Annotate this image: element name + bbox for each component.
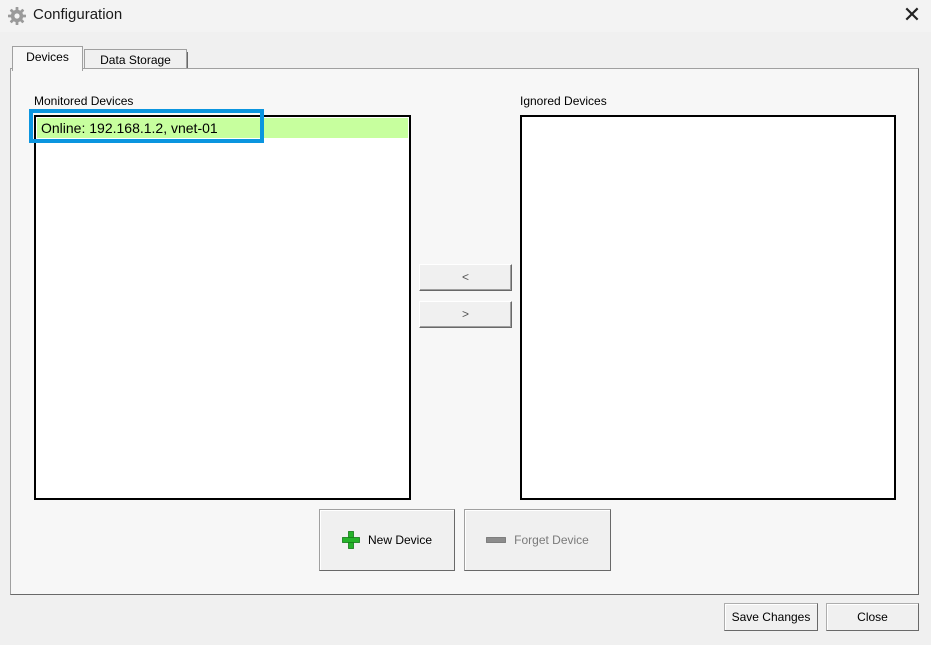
- tab-devices[interactable]: Devices: [12, 46, 83, 71]
- move-to-monitored-button[interactable]: <: [419, 264, 512, 291]
- minus-icon: [486, 537, 507, 543]
- gear-icon: [8, 7, 26, 25]
- new-device-button[interactable]: New Device: [319, 509, 455, 571]
- new-device-label: New Device: [367, 533, 433, 547]
- ignored-devices-label: Ignored Devices: [520, 94, 607, 108]
- monitored-devices-label: Monitored Devices: [34, 94, 134, 108]
- move-to-ignored-button[interactable]: >: [419, 301, 512, 328]
- close-button[interactable]: Close: [826, 603, 919, 631]
- window-title: Configuration: [33, 6, 123, 23]
- forget-device-label: Forget Device: [514, 533, 589, 547]
- save-changes-button[interactable]: Save Changes: [724, 603, 818, 631]
- list-item[interactable]: Online: 192.168.1.2, vnet-01: [37, 118, 408, 138]
- title-bar: Configuration ✕: [0, 0, 931, 32]
- close-icon[interactable]: ✕: [899, 2, 925, 28]
- tab-label: Data Storage: [100, 53, 171, 67]
- ignored-devices-list[interactable]: [520, 115, 896, 500]
- forget-device-button[interactable]: Forget Device: [464, 509, 611, 571]
- plus-icon: [342, 531, 360, 549]
- tab-label: Devices: [26, 50, 69, 64]
- monitored-devices-list[interactable]: Online: 192.168.1.2, vnet-01: [34, 115, 411, 500]
